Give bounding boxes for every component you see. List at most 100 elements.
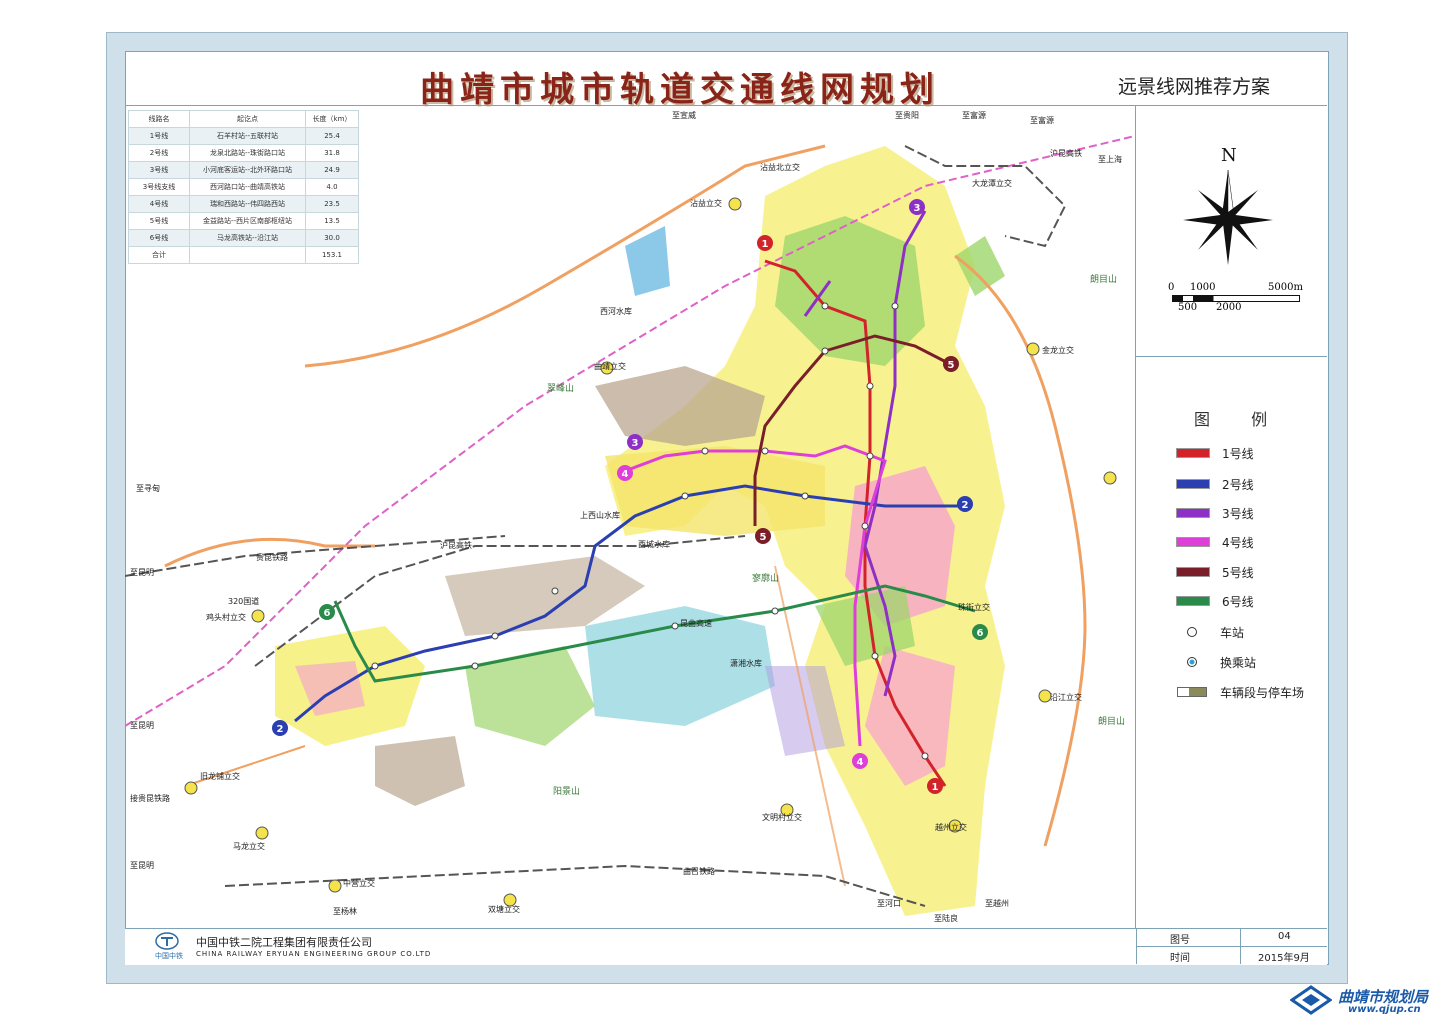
map-label: 双塘立交 <box>488 905 520 914</box>
map-label: 沾益北立交 <box>760 163 800 172</box>
watermark-logo-icon <box>1290 985 1332 1015</box>
map-label: 沪昆高铁 <box>440 541 472 550</box>
map-label: 接贵昆铁路 <box>130 794 170 803</box>
compass-rose: N <box>1178 145 1278 275</box>
table-cell: 小河底客运站--北外环路口站 <box>189 161 306 179</box>
table-cell: 4号线 <box>128 195 190 213</box>
table-cell: 25.4 <box>305 127 359 145</box>
map-label: 至贵阳 <box>895 111 919 120</box>
legend-item: 换乘站 <box>1176 652 1256 672</box>
scale-label: 0 <box>1168 282 1175 293</box>
map-label: 旧龙铺立交 <box>200 772 240 781</box>
land-use-areas <box>275 146 1005 916</box>
map-label: 至杨林 <box>333 907 357 916</box>
table-cell: 153.1 <box>305 246 359 264</box>
table-cell: 23.5 <box>305 195 359 213</box>
svg-text:3: 3 <box>632 438 639 449</box>
table-cell: 马龙高铁站--沿江站 <box>189 229 306 247</box>
map-label: 至富源 <box>1030 116 1054 125</box>
table-cell: 西河路口站--曲靖高铁站 <box>189 178 306 196</box>
table-header: 线路名 <box>128 110 190 128</box>
table-cell: 1号线 <box>128 127 190 145</box>
map-label: 昆曲高速 <box>680 619 712 628</box>
time-value: 2015年9月 <box>1258 953 1310 964</box>
table-cell: 合计 <box>128 246 190 264</box>
scale-label: 5000m <box>1268 282 1303 293</box>
map-label: 阳景山 <box>553 787 581 797</box>
map-label: 翠峰山 <box>547 384 575 394</box>
drawing-no: 04 <box>1278 931 1291 942</box>
depot-icon <box>1176 687 1208 697</box>
table-cell: 石羊村站--五联村站 <box>189 127 306 145</box>
map-label: 至富源 <box>962 111 986 120</box>
map-subtitle: 远景线网推荐方案 <box>1118 76 1271 98</box>
table-cell: 金益路站--西片区南部枢纽站 <box>189 212 306 230</box>
table-cell: 2号线 <box>128 144 190 162</box>
company-name-en: CHINA RAILWAY ERYUAN ENGINEERING GROUP C… <box>196 950 432 958</box>
map-label: 上西山水库 <box>580 511 620 520</box>
map-label: 至陆良 <box>934 914 958 923</box>
legend-swatch-line-5 <box>1176 567 1210 577</box>
watermark-url: www.qjup.cn <box>1348 1004 1421 1015</box>
map-label: 越州立交 <box>935 823 967 832</box>
drawing-meta: 图号 04 时间 2015年9月 <box>1136 928 1327 964</box>
svg-text:1: 1 <box>762 239 769 250</box>
table-cell: 30.0 <box>305 229 359 247</box>
map-label: 中营立交 <box>343 879 375 888</box>
map-title: 曲靖市城市轨道交通线网规划 <box>420 70 940 110</box>
line-summary-table: 线路名 起讫点 长度（km） 1号线 石羊村站--五联村站 25.4 2号线 龙泉北路… <box>128 110 359 264</box>
table-cell <box>189 246 306 264</box>
svg-text:1: 1 <box>932 782 939 793</box>
table-header-row: 线路名 起讫点 长度（km） <box>128 110 359 128</box>
legend-swatch-line-4 <box>1176 537 1210 547</box>
map-label: 至昆明 <box>130 861 154 870</box>
legend-label: 4号线 <box>1222 535 1254 550</box>
scale-bar: 0 1000 5000m 500 2000 <box>1168 282 1308 316</box>
table-row: 5号线 金益路站--西片区南部枢纽站 13.5 <box>128 212 359 230</box>
svg-text:3: 3 <box>914 203 921 214</box>
legend-item: 车辆段与停车场 <box>1176 682 1304 702</box>
svg-text:6: 6 <box>324 608 331 619</box>
map-label: 至宣威 <box>672 111 696 120</box>
time-label: 时间 <box>1170 953 1190 964</box>
map-label: 朗目山 <box>1090 275 1118 285</box>
legend-item: 车站 <box>1176 622 1244 642</box>
map-label: 至昆明 <box>130 721 154 730</box>
legend-swatch-line-1 <box>1176 448 1210 458</box>
map-label: 曲召铁路 <box>683 867 715 876</box>
map-label: 至寻甸 <box>136 484 160 493</box>
table-cell: 瑞和西路站--伟四路西站 <box>189 195 306 213</box>
svg-text:2: 2 <box>962 500 969 511</box>
svg-text:5: 5 <box>948 360 955 371</box>
table-row: 1号线 石羊村站--五联村站 25.4 <box>128 127 359 145</box>
map-label: 至昆明 <box>130 568 154 577</box>
legend-item: 4号线 <box>1176 532 1254 552</box>
legend-item: 2号线 <box>1176 474 1254 494</box>
legend-swatch-line-6 <box>1176 596 1210 606</box>
company-name: 中国中铁二院工程集团有限责任公司 <box>196 936 372 949</box>
map-label: 沪昆高铁 <box>1050 149 1082 158</box>
table-cell: 3号线支线 <box>128 178 190 196</box>
map-label: 潇湘水库 <box>730 659 762 668</box>
map-label: 沿江立交 <box>1050 693 1082 702</box>
legend-label: 车站 <box>1220 625 1245 640</box>
map-label: 鸡头村立交 <box>206 613 246 622</box>
legend-item: 3号线 <box>1176 503 1254 523</box>
legend-label: 车辆段与停车场 <box>1220 685 1305 700</box>
legend-swatch-line-3 <box>1176 508 1210 518</box>
map-label: 文明村立交 <box>762 813 802 822</box>
table-cell: 24.9 <box>305 161 359 179</box>
svg-text:5: 5 <box>760 532 767 543</box>
compass-north-label: N <box>1221 145 1237 166</box>
station-icon <box>1176 627 1208 637</box>
map-label: 珠街立交 <box>958 603 990 612</box>
table-row: 4号线 瑞和西路站--伟四路西站 23.5 <box>128 195 359 213</box>
table-row: 3号线 小河底客运站--北外环路口站 24.9 <box>128 161 359 179</box>
drawing-no-label: 图号 <box>1170 935 1190 946</box>
table-cell: 4.0 <box>305 178 359 196</box>
legend-label: 2号线 <box>1222 477 1254 492</box>
svg-text:2: 2 <box>277 724 284 735</box>
legend-label: 1号线 <box>1222 446 1254 461</box>
legend-item: 5号线 <box>1176 562 1254 582</box>
svg-text:6: 6 <box>977 628 984 639</box>
